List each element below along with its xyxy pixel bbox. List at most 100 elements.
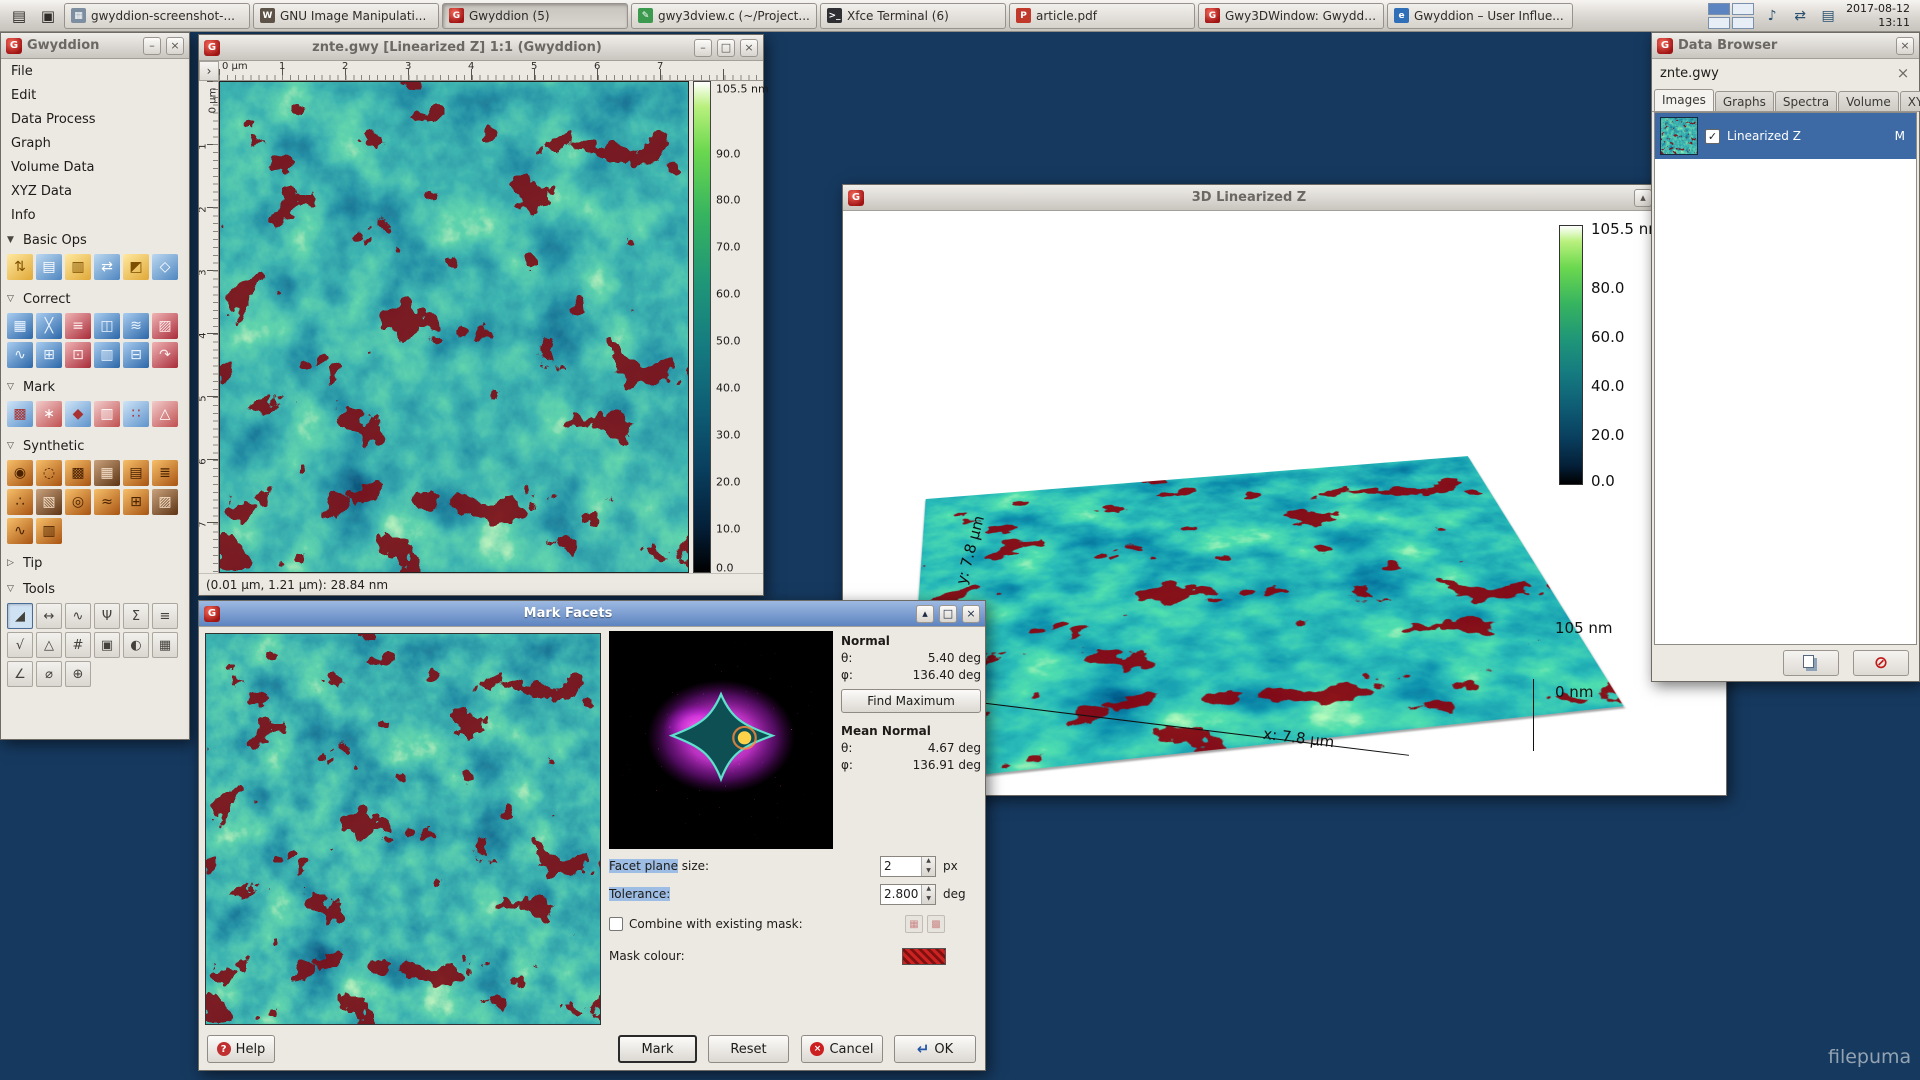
volume-icon[interactable]: ♪ <box>1762 6 1782 26</box>
menu-info[interactable]: Info <box>1 203 189 227</box>
tool-icon-crop[interactable]: ⇄ <box>94 254 120 280</box>
minimize-icon[interactable]: – <box>694 39 712 57</box>
tool-icon-objects[interactable]: ◌ <box>36 460 62 486</box>
cancel-button[interactable]: × Cancel <box>801 1035 883 1063</box>
data-browser-titlebar[interactable]: G Data Browser × <box>1652 33 1919 59</box>
taskbar-window-pdf[interactable]: Particle.pdf <box>1009 3 1195 29</box>
network-icon[interactable]: ⇄ <box>1790 6 1810 26</box>
tool-icon-line-noise[interactable]: ≣ <box>152 460 178 486</box>
tool-icon-fibres[interactable]: ∿ <box>7 518 33 544</box>
tool-icon-checker[interactable]: ▩ <box>65 460 91 486</box>
spin-down-icon[interactable]: ▼ <box>922 866 935 876</box>
tool-icon-mark-facets[interactable]: △ <box>152 401 178 427</box>
tolerance-spinbox[interactable]: 2.800 ▲ ▼ <box>880 884 936 905</box>
taskbar-window-gwy3d[interactable]: GGwy3DWindow: Gwyddi... <box>1198 3 1384 29</box>
clock[interactable]: 2017-08-12 13:11 <box>1846 2 1914 30</box>
tool-icon-grain-measure[interactable]: ⌀ <box>36 661 62 687</box>
tab-xyz[interactable]: XYZ <box>1900 91 1920 111</box>
shade-icon[interactable]: ▴ <box>916 605 934 623</box>
taskbar-window-gwyddion[interactable]: GGwyddion (5) <box>442 3 628 29</box>
3d-window-titlebar[interactable]: G 3D Linearized Z ▴ – □ × <box>843 185 1726 211</box>
tool-icon-path-level[interactable]: ⊕ <box>65 661 91 687</box>
tool-icon-remove-scars[interactable]: ╳ <box>36 313 62 339</box>
tool-icon-remove-spots[interactable]: ⊡ <box>65 342 91 368</box>
facet-orientation-view[interactable] <box>609 631 833 849</box>
tool-icon-value-range[interactable]: ▤ <box>36 254 62 280</box>
mask-intersect-button[interactable]: ▩ <box>927 915 945 933</box>
expander-basic-ops[interactable]: ▼ Basic Ops <box>1 227 189 253</box>
visibility-checkbox[interactable]: ✓ <box>1705 129 1720 144</box>
tool-icon-scale[interactable]: ⇅ <box>7 254 33 280</box>
expander-mark[interactable]: ▽ Mark <box>1 374 189 400</box>
expander-tools[interactable]: ▽ Tools <box>1 576 189 602</box>
tool-icon-mask-edit[interactable]: ▣ <box>94 632 120 658</box>
close-icon[interactable]: × <box>740 39 758 57</box>
mask-colour-swatch[interactable] <box>902 948 946 965</box>
tool-icon-profile[interactable]: ∿ <box>65 603 91 629</box>
tool-icon-statistics[interactable]: Σ <box>123 603 149 629</box>
reset-button[interactable]: Reset <box>708 1035 789 1063</box>
color-gradient-bar[interactable] <box>693 81 711 573</box>
tool-icon-grain-remove[interactable]: ◆ <box>65 401 91 427</box>
tool-icon-unrotate[interactable]: ◫ <box>94 313 120 339</box>
taskbar-window-gimp[interactable]: WGNU Image Manipulati... <box>253 3 439 29</box>
menu-volume-data[interactable]: Volume Data <box>1 155 189 179</box>
spin-up-icon[interactable]: ▲ <box>922 857 935 867</box>
expander-tip[interactable]: ▷ Tip <box>1 550 189 576</box>
tool-icon-line-correct[interactable]: ▥ <box>94 342 120 368</box>
tool-icon-crop[interactable]: # <box>65 632 91 658</box>
maximize-icon[interactable]: □ <box>717 39 735 57</box>
tool-icon-distance[interactable]: ↔ <box>36 603 62 629</box>
close-icon[interactable]: × <box>166 37 184 55</box>
tool-icon-mask-editor[interactable]: ▩ <box>7 401 33 427</box>
tool-icon-spectral[interactable]: ◉ <box>7 460 33 486</box>
tool-icon-profile-scale[interactable]: ▥ <box>65 254 91 280</box>
tool-icon-particles[interactable]: ∴ <box>7 489 33 515</box>
data-window-titlebar[interactable]: G znte.gwy [Linearized Z] 1:1 (Gwyddion)… <box>199 35 763 61</box>
tool-icon-row-stats[interactable]: ≡ <box>152 603 178 629</box>
tool-icon-grid[interactable]: ⊞ <box>123 489 149 515</box>
workspace-4[interactable] <box>1732 17 1754 29</box>
shade-icon[interactable]: ▴ <box>1634 189 1652 207</box>
mark-button[interactable]: Mark <box>618 1035 697 1063</box>
taskbar-window-screenshot[interactable]: ▦gwyddion-screenshot-... <box>64 3 250 29</box>
tool-icon-mark-outliers[interactable]: ∷ <box>123 401 149 427</box>
delete-button[interactable]: ⊘ <box>1853 650 1909 676</box>
tool-icon-mask-morph[interactable]: ▥ <box>94 401 120 427</box>
facets-preview-image[interactable] <box>205 633 601 1025</box>
tool-icon-lattice[interactable]: ▧ <box>36 489 62 515</box>
tool-icon-facet-level[interactable]: ◇ <box>152 254 178 280</box>
toolbox-titlebar[interactable]: G Gwyddion – × <box>1 33 189 59</box>
combine-mask-checkbox[interactable] <box>609 917 623 931</box>
tool-icon-level[interactable]: ◩ <box>123 254 149 280</box>
applications-menu-icon[interactable]: ▤ <box>6 3 32 29</box>
tab-spectra[interactable]: Spectra <box>1775 91 1837 111</box>
tab-graphs[interactable]: Graphs <box>1715 91 1774 111</box>
taskbar-window-editor[interactable]: ✎gwy3dview.c (~/Project... <box>631 3 817 29</box>
mask-union-button[interactable]: ▦ <box>905 915 923 933</box>
tool-icon-mark-grains[interactable]: ∗ <box>36 401 62 427</box>
workspace-2[interactable] <box>1732 3 1754 15</box>
taskbar-window-browser[interactable]: eGwyddion – User Influe... <box>1387 3 1573 29</box>
menu-xyz-data[interactable]: XYZ Data <box>1 179 189 203</box>
taskbar-window-terminal[interactable]: >_Xfce Terminal (6) <box>820 3 1006 29</box>
tool-icon-zero-mean[interactable]: ⊟ <box>123 342 149 368</box>
help-button[interactable]: ? Help <box>207 1035 275 1063</box>
tool-icon-diffusion[interactable]: ▨ <box>152 489 178 515</box>
maximize-icon[interactable]: □ <box>939 605 957 623</box>
tool-icon-domains[interactable]: ◎ <box>65 489 91 515</box>
tab-images[interactable]: Images <box>1654 89 1714 111</box>
afm-image-view[interactable] <box>219 81 689 573</box>
facet-plane-size-spinbox[interactable]: 2 ▲ ▼ <box>880 856 936 877</box>
tool-icon-level-rotate[interactable]: ∠ <box>7 661 33 687</box>
menu-edit[interactable]: Edit <box>1 83 189 107</box>
expander-synthetic[interactable]: ▽ Synthetic <box>1 433 189 459</box>
tool-icon-median-bg[interactable]: ▨ <box>152 313 178 339</box>
current-file-name[interactable]: znte.gwy <box>1656 66 1887 81</box>
workspace-1[interactable] <box>1708 3 1730 15</box>
tool-icon-three-point-level[interactable]: △ <box>36 632 62 658</box>
facet-plane-size-value[interactable]: 2 <box>881 857 921 876</box>
close-icon[interactable]: × <box>1896 37 1914 55</box>
duplicate-button[interactable] <box>1783 650 1839 676</box>
tool-icon-outliers[interactable]: ⊞ <box>36 342 62 368</box>
